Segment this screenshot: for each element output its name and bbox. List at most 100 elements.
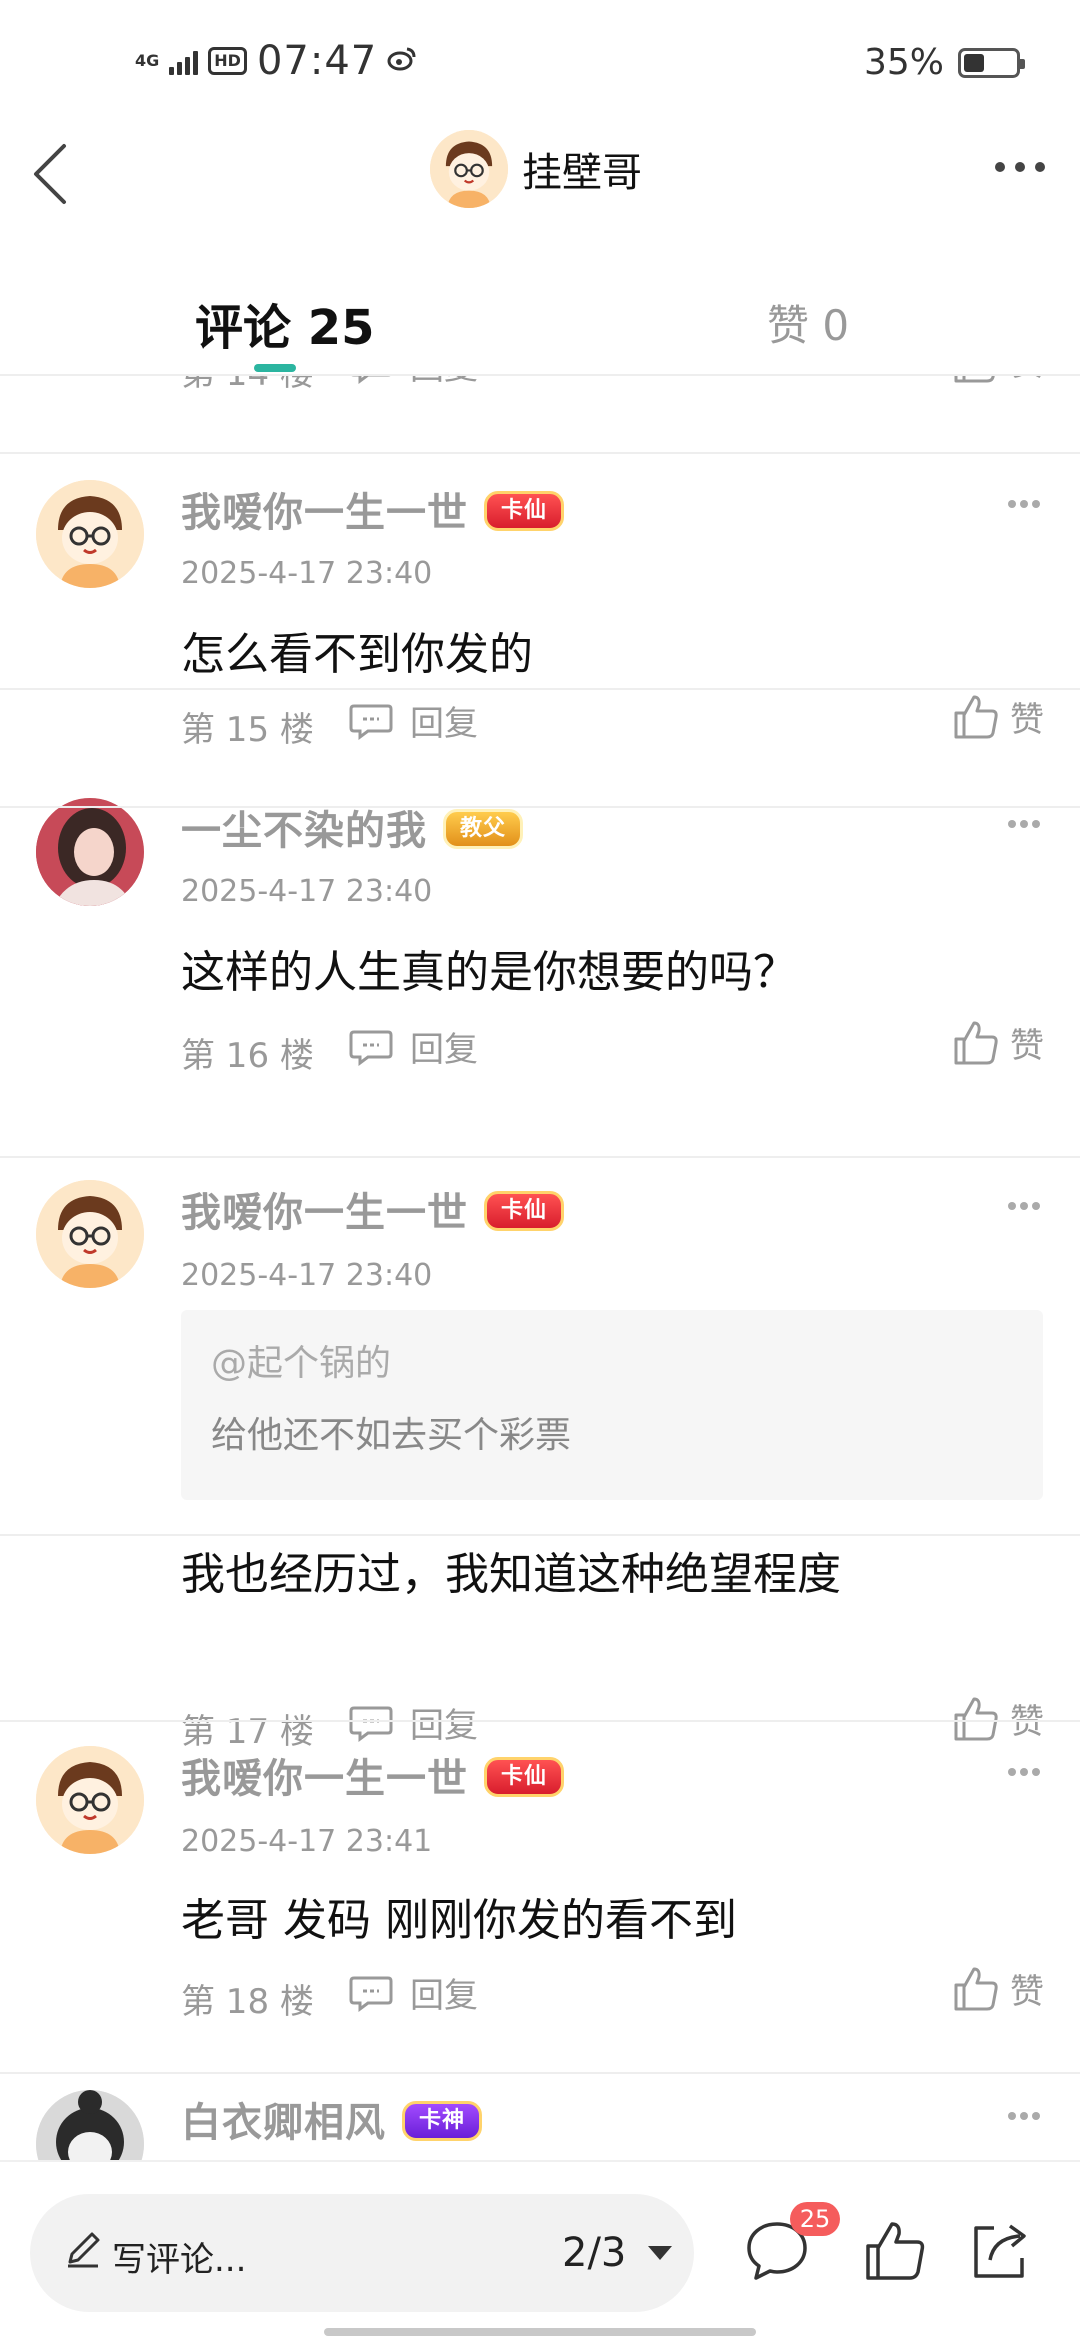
back-button[interactable] [22, 138, 82, 208]
comment-list[interactable]: 第 14 楼 回复 赞 我嗳你一生一世卡仙 [0, 376, 1080, 2160]
caret-down-icon[interactable] [648, 2246, 672, 2260]
reply-icon [349, 1976, 393, 2012]
reply-button[interactable]: 回复 [348, 1968, 478, 2017]
like-button[interactable]: 赞 [952, 1018, 1044, 1067]
avatar[interactable] [36, 480, 144, 588]
floor-number: 第 18 楼 [181, 1982, 314, 2022]
more-button[interactable] [990, 152, 1050, 182]
more-dots-icon[interactable] [1006, 2110, 1042, 2122]
chevron-left-icon [34, 144, 66, 204]
photo-avatar-icon [36, 798, 144, 906]
pen-icon [68, 2232, 100, 2268]
comment-item[interactable]: 我嗳你一生一世 卡仙 2025-4-17 23:41 老哥 发码 刚刚你发的看不到… [0, 1722, 1080, 2074]
clock: 07:47 [256, 38, 378, 84]
username[interactable]: 我嗳你一生一世 卡仙 [181, 1746, 565, 1804]
home-indicator[interactable] [324, 2328, 756, 2336]
level-badge: 卡仙 [484, 1191, 565, 1231]
status-bar: 4G HD 07:47 35% [0, 0, 1080, 120]
partial-comment-footer: 第 14 楼 回复 赞 [0, 376, 1080, 454]
comment-footer: 第 14 楼 回复 赞 [0, 376, 1080, 394]
tab-comments[interactable]: 评论 25 [195, 288, 375, 358]
like-label: 赞 [1010, 700, 1044, 740]
username-text: 我嗳你一生一世 [181, 1190, 468, 1236]
quote-text: 给他还不如去买个彩票 [211, 1415, 572, 1456]
username[interactable]: 我嗳你一生一世 卡仙 [181, 1180, 565, 1238]
quoted-comment[interactable]: @起个锅的 给他还不如去买个彩票 [181, 1310, 1043, 1500]
level-badge: 卡仙 [484, 1757, 565, 1797]
comment-text: 老哥 发码 刚刚你发的看不到 [181, 1895, 737, 1946]
battery-level [964, 53, 984, 72]
more-dots-icon[interactable] [1006, 1200, 1042, 1212]
avatar[interactable] [36, 2090, 144, 2160]
reply-label: 回复 [410, 1976, 478, 2016]
hd-icon: HD [208, 47, 247, 75]
reply-button[interactable]: 回复 [348, 696, 478, 745]
write-comment-placeholder[interactable]: 写评论... [112, 2232, 246, 2281]
thumb-up-icon [954, 695, 998, 738]
comment-time: 2025-4-17 23:40 [181, 556, 433, 591]
nav-user[interactable]: 挂壁哥 [430, 130, 642, 208]
thumb-up-icon [954, 376, 995, 382]
reply-button[interactable]: 回复 [348, 376, 478, 389]
username[interactable]: 我嗳你一生一世 卡仙 [181, 480, 565, 538]
page-indicator[interactable]: 2/3 [562, 2230, 626, 2276]
comment-item[interactable]: 我嗳你一生一世 卡仙 2025-4-17 23:40 怎么看不到你发的 第 15 … [0, 454, 1080, 750]
thumb-up-icon [954, 1021, 998, 1064]
comment-item[interactable]: 一尘不染的我 教父 2025-4-17 23:40 这样的人生真的是你想要的吗？ … [0, 798, 1080, 1158]
comment-time: 2025-4-17 23:40 [181, 874, 433, 909]
comment-footer: 第 18 楼 回复 赞 [0, 1967, 1080, 2022]
cartoon-avatar-icon [36, 480, 144, 588]
network-type: 4G [135, 51, 160, 70]
share-icon[interactable] [966, 2218, 1032, 2284]
level-badge: 卡神 [402, 2101, 483, 2141]
cartoon-avatar-icon [36, 1746, 144, 1854]
weibo-icon [387, 45, 417, 78]
tab-indicator [254, 364, 296, 372]
more-dots-icon[interactable] [1006, 818, 1042, 830]
floor-number: 第 14 楼 [181, 376, 314, 395]
tab-likes[interactable]: 赞 0 [767, 292, 849, 353]
avatar[interactable] [36, 798, 144, 906]
comment-text: 怎么看不到你发的 [181, 629, 533, 680]
comment-item[interactable]: 我嗳你一生一世 卡仙 2025-4-17 23:40 @起个锅的 给他还不如去买个… [0, 1158, 1080, 1600]
comment-footer: 第 15 楼 回复 赞 [0, 695, 1080, 750]
comment-time: 2025-4-17 23:41 [181, 1824, 433, 1859]
divider [0, 806, 1080, 808]
like-button[interactable]: 赞 [952, 1964, 1044, 2013]
avatar[interactable] [36, 1180, 144, 1288]
floor-number: 第 15 楼 [181, 710, 314, 750]
status-left: 4G HD 07:47 [135, 38, 417, 84]
nav-bar: 挂壁哥 [0, 120, 1080, 230]
username-text: 我嗳你一生一世 [181, 490, 468, 536]
username-text: 白衣卿相风 [181, 2100, 386, 2146]
more-dots-icon[interactable] [1006, 498, 1042, 510]
comment-text: 这样的人生真的是你想要的吗？ [181, 947, 797, 998]
cartoon-avatar-icon [430, 130, 508, 208]
battery-percent: 35% [863, 42, 944, 83]
more-dots-icon [995, 162, 1045, 172]
like-button[interactable]: 赞 [952, 376, 1044, 385]
more-dots-icon[interactable] [1006, 1766, 1042, 1778]
reply-button[interactable]: 回复 [348, 1022, 478, 1071]
comment-count-badge: 25 [790, 2202, 840, 2236]
avatar[interactable] [36, 1746, 144, 1854]
bottom-bar: 写评论... 2/3 25 [0, 2160, 1080, 2340]
write-comment-input[interactable]: 写评论... 2/3 [30, 2194, 694, 2312]
reply-label: 回复 [410, 704, 478, 744]
comment-footer: 第 16 楼 回复 赞 [0, 1021, 1080, 1076]
thumb-up-icon[interactable] [862, 2218, 928, 2284]
quote-user[interactable]: @起个锅的 [211, 1334, 391, 1386]
like-label: 赞 [1010, 1026, 1044, 1066]
signal-icon [169, 47, 199, 75]
comment-time: 2025-4-17 23:40 [181, 1258, 433, 1293]
reply-icon [349, 704, 393, 740]
username[interactable]: 白衣卿相风 卡神 [181, 2090, 483, 2148]
battery-icon [958, 47, 1025, 78]
reply-icon [349, 1030, 393, 1066]
level-badge: 教父 [443, 809, 524, 849]
like-button[interactable]: 赞 [952, 692, 1044, 741]
avatar[interactable] [430, 130, 508, 208]
comment-item[interactable]: 白衣卿相风 卡神 [0, 2074, 1080, 2160]
username-text: 一尘不染的我 [181, 808, 427, 854]
reply-icon [353, 376, 389, 384]
